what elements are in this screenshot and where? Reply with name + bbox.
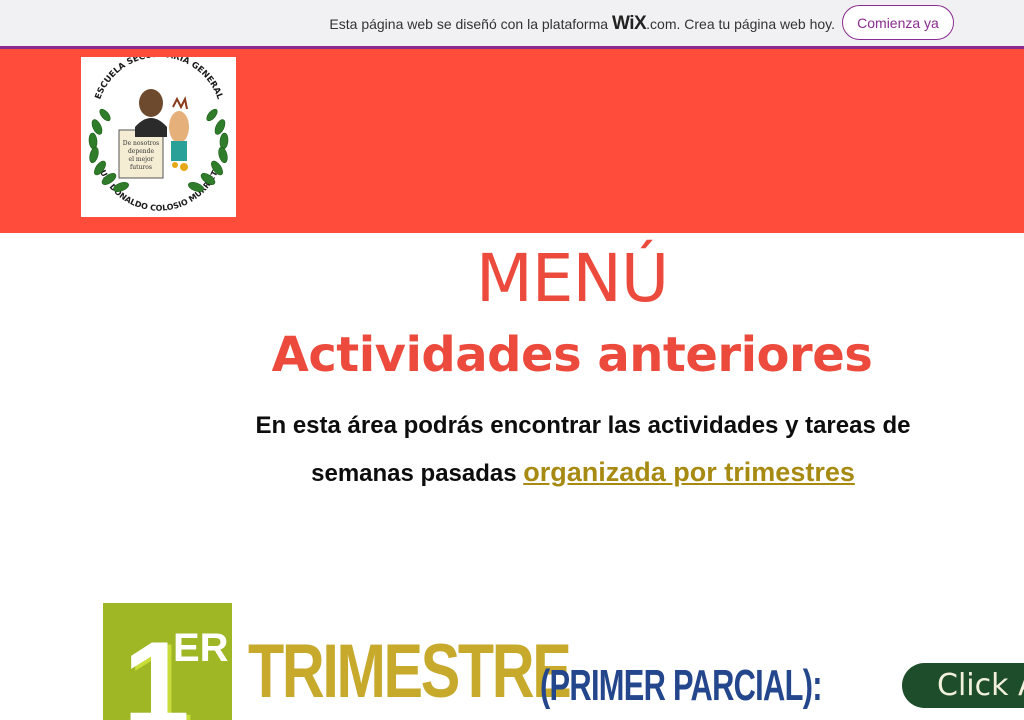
wix-promo-banner: Esta página web se diseñó con la platafo… — [0, 0, 1024, 49]
page-title: MENÚ — [475, 240, 669, 317]
svg-text:depende: depende — [128, 148, 154, 155]
trimester-heading: TRIMESTRE — [248, 629, 572, 714]
svg-text:futuros: futuros — [130, 164, 152, 171]
badge-suffix: ER — [173, 626, 229, 670]
promo-text-before: Esta página web se diseñó con la platafo… — [329, 16, 612, 32]
trimester-badge-icon: 1 1 ER — [123, 617, 229, 720]
wix-promo-message: Esta página web se diseñó con la platafo… — [329, 13, 835, 35]
intro-paragraph: En esta área podrás encontrar las activi… — [230, 402, 936, 497]
school-logo[interactable]: ESCUELA SECUNDARIA GENERAL LUIS DONALDO … — [81, 50, 236, 217]
first-trimester-badge: 1 1 ER — [103, 603, 232, 720]
school-seal-icon: ESCUELA SECUNDARIA GENERAL LUIS DONALDO … — [88, 50, 229, 213]
trimester-link[interactable]: organizada por trimestres — [523, 457, 855, 487]
site-header: ESCUELA SECUNDARIA GENERAL LUIS DONALDO … — [0, 49, 1024, 233]
promo-text-after: .com. Crea tu página web hoy. — [646, 16, 835, 32]
svg-text:el mejor: el mejor — [129, 156, 154, 163]
page-subtitle: Actividades anteriores — [271, 327, 873, 383]
start-now-button[interactable]: Comienza ya — [842, 5, 954, 40]
trimester-subheading: (PRIMER PARCIAL): — [540, 661, 823, 710]
wix-logo: WiX — [611, 13, 647, 34]
logo-scroll-text: De nosotros — [123, 140, 159, 147]
click-button[interactable]: Click A — [902, 663, 1024, 708]
